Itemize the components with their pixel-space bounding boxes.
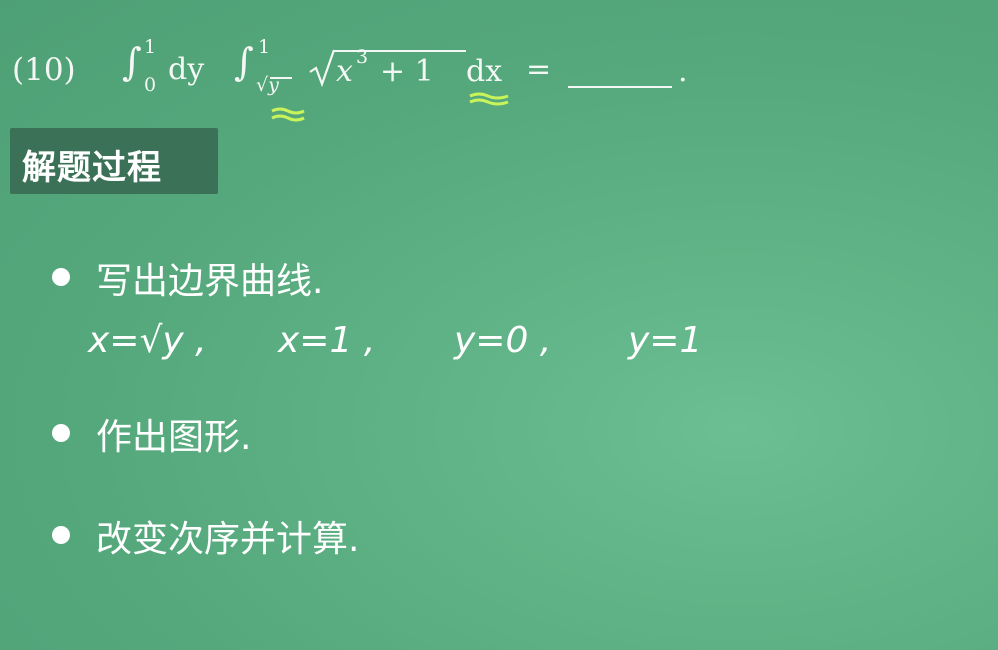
dx-text: dx — [466, 54, 503, 89]
step-text: 作出图形. — [96, 417, 252, 458]
step-item: 改变次序并计算. — [52, 506, 552, 560]
integral-formula: ∫ 1 0 dy ∫ 1 √y x 3 + 1 dx = . — [122, 36, 702, 122]
outer-upper-limit: 1 — [144, 36, 157, 58]
radical-sign — [309, 49, 336, 88]
dy-text: dy — [168, 52, 205, 87]
radicand-rest: + 1 — [380, 54, 434, 89]
radical-overline — [334, 50, 466, 52]
boundary-1: x=√y , — [88, 320, 207, 361]
equals-sign: = — [526, 52, 552, 87]
answer-blank — [568, 86, 672, 88]
outer-lower-limit: 0 — [144, 74, 157, 96]
bullet-icon — [52, 526, 70, 544]
radicand-exponent: 3 — [356, 46, 369, 68]
solution-process-label: 解题过程 — [10, 128, 218, 194]
step-item: 作出图形. — [52, 404, 552, 458]
chalkboard: (10) ∫ 1 0 dy ∫ 1 √y x 3 + 1 dx = . 解题过程… — [0, 0, 998, 650]
problem-number: (10) — [12, 52, 76, 88]
boundary-2: x=1 , — [278, 320, 376, 361]
highlight-mark-dx — [469, 92, 509, 106]
boundary-3: y=0 , — [454, 320, 552, 361]
inner-upper-limit: 1 — [258, 36, 271, 58]
period: . — [678, 54, 688, 89]
handwritten-boundary-curves: x=√y , x=1 , y=0 , y=1 — [88, 316, 748, 376]
step-text: 写出边界曲线. — [96, 261, 324, 302]
section-label-text: 解题过程 — [22, 148, 162, 188]
problem-statement: (10) ∫ 1 0 dy ∫ 1 √y x 3 + 1 dx = . — [12, 36, 702, 122]
step-item: 写出边界曲线. — [52, 248, 552, 302]
inner-limit-radical-bar — [270, 77, 292, 79]
radicand-x: x — [336, 54, 353, 89]
highlight-mark-lower-limit — [271, 107, 305, 122]
integral-sign-inner: ∫ — [234, 40, 254, 84]
boundary-4: y=1 — [628, 320, 703, 361]
step-text: 改变次序并计算. — [96, 519, 360, 560]
bullet-icon — [52, 424, 70, 442]
bullet-icon — [52, 268, 70, 286]
integral-sign-outer: ∫ — [122, 40, 142, 84]
